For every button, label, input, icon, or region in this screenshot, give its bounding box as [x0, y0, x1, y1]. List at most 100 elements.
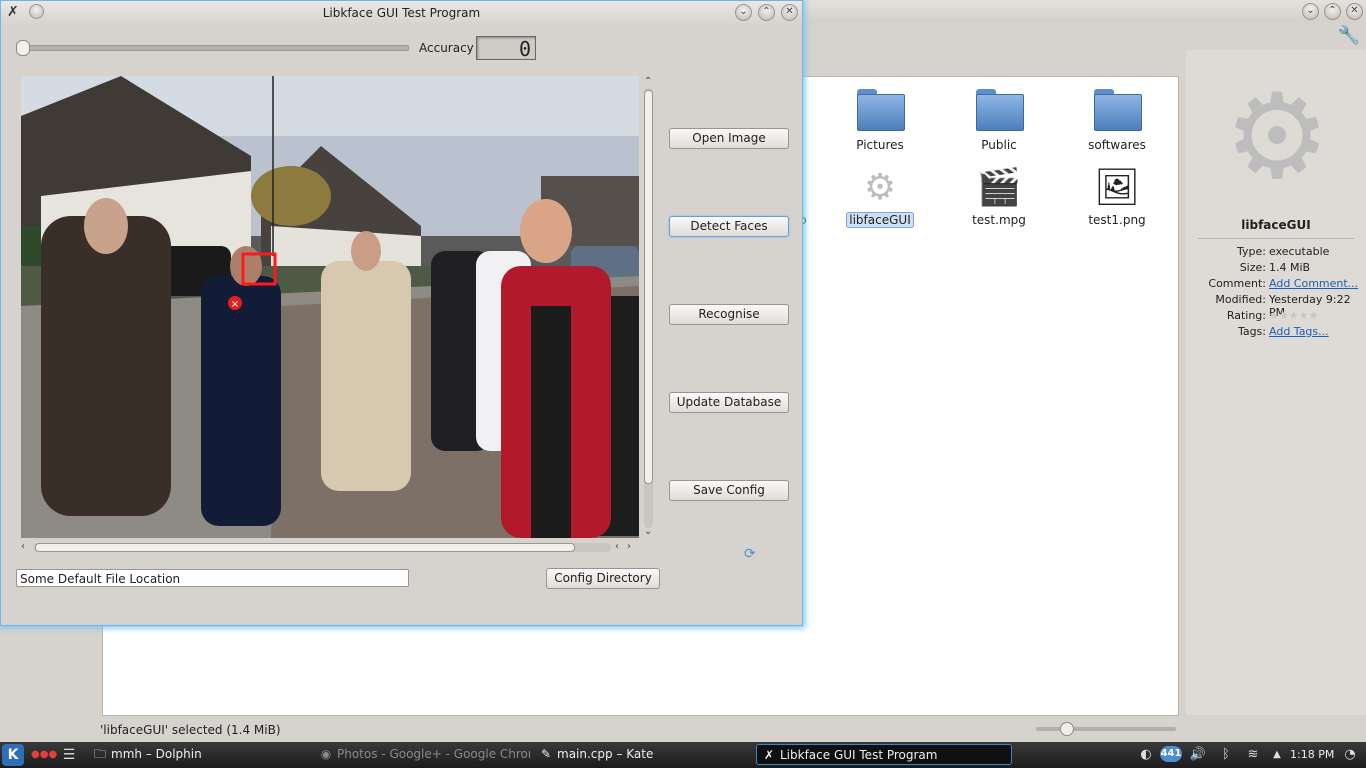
rating-stars[interactable]: ★★★★★ [1269, 309, 1318, 322]
info-key: Modified: [1215, 293, 1266, 306]
activities-icon[interactable]: ●●● [31, 746, 57, 764]
scroll-down-arrow[interactable]: ⌄ [644, 526, 652, 537]
info-key: Type: [1237, 245, 1266, 258]
task-chrome[interactable]: ◉ Photos - Google+ - Google Chrome [314, 744, 530, 765]
file-name: Public [981, 138, 1017, 152]
divider [1198, 238, 1354, 239]
svg-text:×: × [231, 299, 239, 310]
maximize-button[interactable]: ⌃ [758, 4, 775, 21]
wifi-icon[interactable]: ≋ [1244, 746, 1262, 764]
scroll-left-arrow[interactable]: ‹ [21, 541, 25, 552]
info-row-modified: Modified: Yesterday 9:22 PM [1186, 293, 1366, 319]
info-key: Rating: [1226, 309, 1266, 322]
volume-icon[interactable]: 🔊 [1188, 746, 1208, 764]
zoom-slider-handle[interactable] [1060, 722, 1074, 736]
app-icon: ✗ [763, 748, 775, 762]
notification-badge[interactable]: 441 [1160, 746, 1182, 762]
scroll-left-arrow-2[interactable]: ‹ [615, 541, 619, 552]
detect-faces-button[interactable]: Detect Faces [669, 216, 789, 237]
horizontal-scroll-handle[interactable] [35, 543, 575, 552]
tray-expand-icon[interactable]: ▲ [1270, 746, 1284, 764]
folder-icon [857, 89, 905, 131]
file-item-pictures[interactable]: Pictures [825, 89, 935, 152]
file-name: softwares [1088, 138, 1146, 152]
file-location-field[interactable]: Some Default File Location [16, 569, 409, 587]
accuracy-slider[interactable] [16, 40, 409, 56]
text-editor-icon: ✎ [540, 747, 552, 761]
task-libkface[interactable]: ✗ Libkface GUI Test Program [756, 744, 1012, 765]
add-comment-link[interactable]: Add Comment... [1269, 277, 1358, 290]
update-database-button[interactable]: Update Database [669, 392, 789, 413]
accuracy-label: Accuracy [419, 41, 474, 55]
task-kate[interactable]: ✎ main.cpp – Kate [534, 744, 752, 765]
scroll-right-arrow[interactable]: › [627, 541, 631, 552]
open-image-button[interactable]: Open Image [669, 128, 789, 149]
folder-icon [976, 89, 1024, 131]
libkface-titlebar: ✗ Libkface GUI Test Program ⌄ ⌃ ✕ [1, 1, 802, 25]
vertical-scroll-handle[interactable] [644, 90, 653, 484]
file-name: test1.png [1088, 213, 1146, 227]
chrome-icon: ◉ [320, 747, 332, 761]
file-name: libfaceGUI [846, 212, 914, 228]
accuracy-slider-handle[interactable] [16, 40, 30, 56]
scroll-up-arrow[interactable]: ⌃ [644, 76, 652, 87]
kde-menu-icon[interactable]: K [2, 744, 24, 766]
network-manager-icon[interactable]: ◐ [1136, 746, 1156, 764]
info-key: Size: [1239, 261, 1266, 274]
bluetooth-icon[interactable]: ᛒ [1218, 746, 1234, 764]
refresh-icon: ⟳ [744, 546, 756, 562]
gear-icon: ⚙ [863, 166, 897, 208]
photo-scene: × [21, 76, 639, 538]
image-preview[interactable]: × [21, 76, 639, 538]
vertical-scrollbar[interactable]: ⌃ ⌄ [642, 76, 656, 538]
recognise-button[interactable]: Recognise [669, 304, 789, 325]
info-row-rating: Rating: ★★★★★ [1186, 309, 1366, 325]
info-title: libfaceGUI [1241, 218, 1311, 232]
cashew-icon[interactable]: ◔ [1340, 746, 1360, 764]
taskbar: K ●●● ☰ 🗀 mmh – Dolphin ◉ Photos - Google+… [0, 742, 1366, 768]
file-item-libfacegui[interactable]: ⚙ libfaceGUI [825, 165, 935, 228]
status-text: 'libfaceGUI' selected (1.4 MiB) [100, 723, 281, 737]
file-item-test-mpg[interactable]: 🎬 test.mpg [944, 165, 1054, 227]
file-name: test.mpg [972, 213, 1026, 227]
info-value: executable [1269, 245, 1330, 258]
info-row-tags: Tags: Add Tags... [1186, 325, 1366, 341]
save-config-button[interactable]: Save Config [669, 480, 789, 501]
minimize-button[interactable]: ⌄ [1302, 3, 1319, 20]
file-item-softwares[interactable]: softwares [1062, 89, 1172, 152]
close-button[interactable]: ✕ [1346, 3, 1363, 20]
file-name: Pictures [856, 138, 904, 152]
zoom-slider[interactable] [1036, 722, 1176, 736]
image-file-icon: 🖼 [1094, 167, 1140, 208]
maximize-button[interactable]: ⌃ [1324, 3, 1341, 20]
info-row-comment: Comment: Add Comment... [1186, 277, 1366, 293]
task-label: main.cpp – Kate [557, 747, 654, 761]
task-label: Photos - Google+ - Google Chrome [337, 747, 530, 761]
info-row-size: Size: 1.4 MiB [1186, 261, 1366, 277]
clock[interactable]: 1:18 PM [1290, 742, 1334, 768]
libkface-window: ✗ Libkface GUI Test Program ⌄ ⌃ ✕ Accura… [0, 0, 803, 626]
info-row-type: Type: executable [1186, 245, 1366, 261]
file-item-test1-png[interactable]: 🖼 test1.png [1062, 165, 1172, 227]
video-file-icon: 🎬 [976, 167, 1022, 208]
accuracy-display: 0 [476, 36, 536, 61]
minimize-button[interactable]: ⌄ [735, 4, 752, 21]
task-label: Libkface GUI Test Program [780, 748, 938, 762]
task-dolphin[interactable]: 🗀 mmh – Dolphin [88, 744, 310, 765]
info-key: Tags: [1237, 325, 1266, 338]
file-item-public[interactable]: Public [944, 89, 1054, 152]
task-label: mmh – Dolphin [111, 747, 202, 761]
window-title: Libkface GUI Test Program [322, 6, 481, 20]
information-panel: ⚙ libfaceGUI Type: executable Size: 1.4 … [1186, 50, 1366, 715]
info-value: 1.4 MiB [1269, 261, 1311, 274]
gear-icon: ⚙ [1224, 67, 1330, 205]
desktop-pager-icon[interactable]: ☰ [60, 746, 78, 764]
folder-icon [1094, 89, 1142, 131]
info-key: Comment: [1208, 277, 1266, 290]
add-tags-link[interactable]: Add Tags... [1269, 325, 1329, 338]
folder-icon: 🗀 [93, 747, 106, 761]
wrench-icon[interactable]: 🔧 [1337, 25, 1361, 47]
config-directory-button[interactable]: Config Directory [546, 568, 660, 589]
close-button[interactable]: ✕ [781, 4, 798, 21]
horizontal-scrollbar[interactable]: ‹ ‹ › [21, 541, 639, 555]
